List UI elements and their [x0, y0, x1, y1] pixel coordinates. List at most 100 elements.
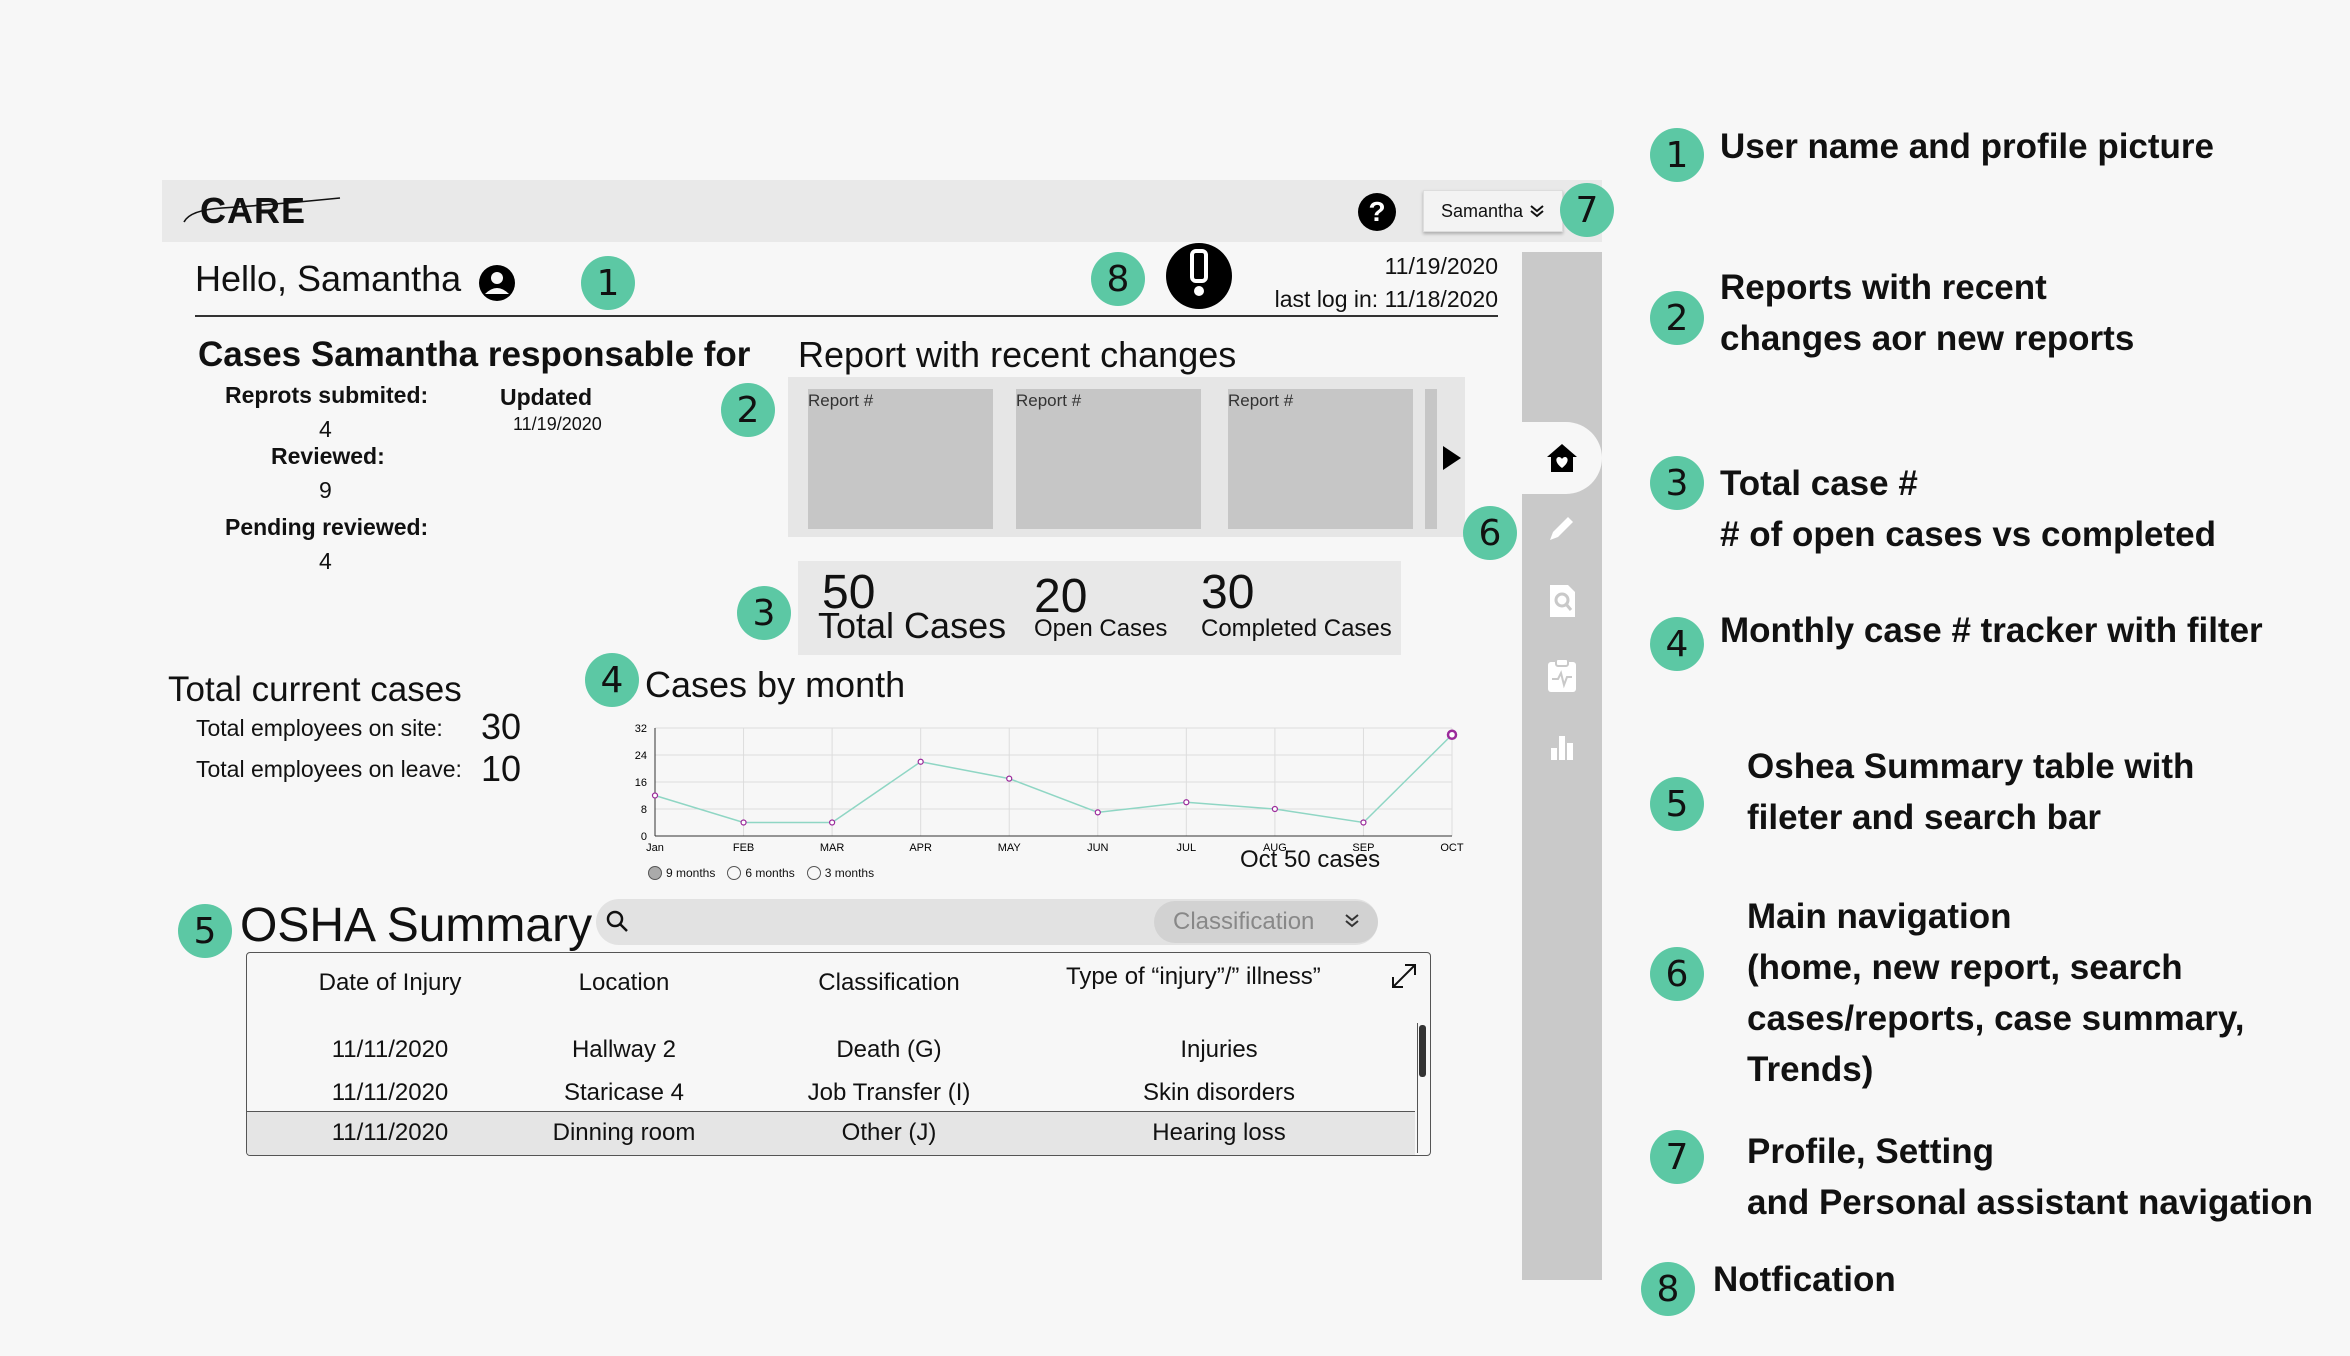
table-row[interactable]: 11/11/2020 Hallway 2 Death (G) Injuries [247, 1029, 1415, 1072]
x-tick-label: OCT [1440, 842, 1464, 854]
expand-icon[interactable] [1387, 959, 1421, 993]
submitted-value: 4 [319, 416, 332, 442]
legend-item-8: Notfication [1713, 1254, 1896, 1305]
open-cases-label: Open Cases [1034, 615, 1168, 642]
y-tick-label: 32 [635, 723, 647, 735]
data-point [917, 758, 924, 765]
legend-text: Reports with recent [1720, 268, 2047, 307]
x-tick-label: JUL [1177, 842, 1197, 854]
legend-text: and Personal assistant navigation [1747, 1183, 2313, 1222]
help-icon[interactable]: ? [1358, 193, 1396, 231]
y-tick-label: 24 [635, 750, 647, 762]
legend-item-3: Total case # # of open cases vs completed [1720, 458, 2216, 560]
reviewed-label: Reviewed: [271, 443, 385, 469]
x-tick-label: Jan [646, 842, 664, 854]
filter-6-months[interactable]: 6 months [727, 866, 795, 880]
total-cases-label: Total Cases [818, 605, 1007, 646]
legend-item-5: Oshea Summary table with fileter and sear… [1747, 741, 2194, 843]
cell-type: Injuries [1180, 1036, 1258, 1063]
x-tick-label: FEB [733, 842, 754, 854]
legend-text: fileter and search bar [1747, 798, 2102, 837]
updated-value: 11/19/2020 [513, 414, 602, 434]
report-card[interactable]: Report # [808, 389, 993, 529]
clipboard-pulse-icon[interactable] [1522, 657, 1602, 695]
legend-text: changes aor new reports [1720, 319, 2135, 358]
legend-badge: 6 [1650, 947, 1704, 1001]
search-icon [606, 910, 628, 932]
filter-9-months[interactable]: 9 months [648, 866, 715, 880]
data-point [1271, 805, 1278, 813]
notification-icon[interactable] [1166, 243, 1232, 309]
annotation-badge: 7 [1560, 183, 1614, 237]
chevron-down-icon [1530, 205, 1544, 218]
data-point [1360, 819, 1367, 826]
legend-text: Oshea Summary table with [1747, 747, 2195, 786]
bar-chart-icon[interactable] [1522, 728, 1602, 764]
legend-badge: 8 [1641, 1262, 1695, 1316]
x-tick-label: JUN [1087, 842, 1108, 854]
legend-text: Trends) [1747, 1050, 1874, 1089]
cases-responsible-title: Cases Samantha responsable for [198, 335, 751, 374]
current-cases-title: Total current cases [168, 670, 462, 709]
recent-reports-title: Report with recent changes [798, 334, 1237, 375]
legend-item-7: Profile, Setting and Personal assistant n… [1747, 1126, 2313, 1228]
column-header: Location [578, 969, 670, 996]
last-login: last log in: 11/18/2020 [1274, 286, 1498, 312]
annotation-badge: 5 [178, 904, 232, 958]
cell-classification: Other (J) [841, 1119, 937, 1146]
report-card[interactable]: Report # [1228, 389, 1413, 529]
osha-summary-title: OSHA Summary [240, 899, 593, 952]
logo-swoosh [183, 197, 341, 223]
legend-text: Main navigation [1747, 897, 2012, 936]
search-document-icon[interactable] [1522, 582, 1602, 620]
annotation-badge: 6 [1463, 506, 1517, 560]
legend-badge: 1 [1650, 128, 1704, 182]
cell-type: Hearing loss [1152, 1119, 1286, 1146]
legend-item-1: User name and profile picture [1720, 121, 2214, 172]
legend-text: (home, new report, search [1747, 948, 2183, 987]
completed-cases-label: Completed Cases [1201, 615, 1392, 642]
data-point [740, 819, 747, 826]
data-point [1446, 729, 1458, 740]
data-point [829, 819, 836, 826]
profile-name: Samantha [1440, 200, 1524, 221]
cell-type: Skin disorders [1142, 1079, 1296, 1106]
pending-value: 4 [319, 548, 332, 574]
legend-text: Notfication [1713, 1260, 1896, 1299]
cases-by-month-title: Cases by month [645, 664, 906, 705]
chevron-down-icon [1345, 914, 1359, 928]
data-point [651, 792, 659, 799]
data-point [1183, 799, 1190, 806]
home-icon[interactable] [1522, 440, 1602, 476]
filter-label: 9 months [666, 866, 716, 880]
table-row-selected[interactable]: 11/11/2020 Dinning room Other (J) Hearin… [247, 1111, 1415, 1155]
legend-badge: 5 [1650, 777, 1704, 831]
submitted-label: Reprots submited: [225, 382, 429, 408]
data-point [1094, 809, 1101, 816]
legend-badge: 3 [1650, 456, 1704, 510]
report-card[interactable]: Report # [1016, 389, 1201, 529]
chart-filter: 9 months 6 months 3 months [648, 866, 874, 880]
x-tick-label: MAR [820, 842, 845, 854]
on-site-label: Total employees on site: [196, 715, 443, 741]
annotation-badge: 1 [581, 256, 635, 310]
y-tick-label: 16 [635, 777, 647, 789]
table-row[interactable]: 11/11/2020 Staricase 4 Job Transfer (I) … [247, 1072, 1415, 1115]
pending-label: Pending reviewed: [225, 514, 429, 540]
x-tick-label: MAY [998, 842, 1022, 854]
legend-text: # of open cases vs completed [1720, 515, 2217, 554]
user-avatar-icon[interactable] [478, 264, 516, 302]
classification-filter-label: Classification [1173, 908, 1315, 935]
report-card-label: Report # [808, 391, 874, 410]
table-scrollbar-thumb[interactable] [1419, 1025, 1426, 1077]
case-stats: 50 Total Cases 20 Open Cases 30 Complete… [798, 561, 1401, 655]
carousel-next-icon[interactable] [1441, 445, 1463, 471]
legend-badge: 7 [1650, 1130, 1704, 1184]
filter-3-months[interactable]: 3 months [806, 866, 874, 880]
cell-location: Hallway 2 [571, 1036, 677, 1063]
classification-filter[interactable]: Classification [1154, 901, 1378, 943]
pencil-icon[interactable] [1522, 510, 1602, 546]
profile-menu-button[interactable]: Samantha [1423, 190, 1563, 232]
legend-badge: 4 [1650, 617, 1704, 671]
header-divider [195, 315, 1498, 317]
